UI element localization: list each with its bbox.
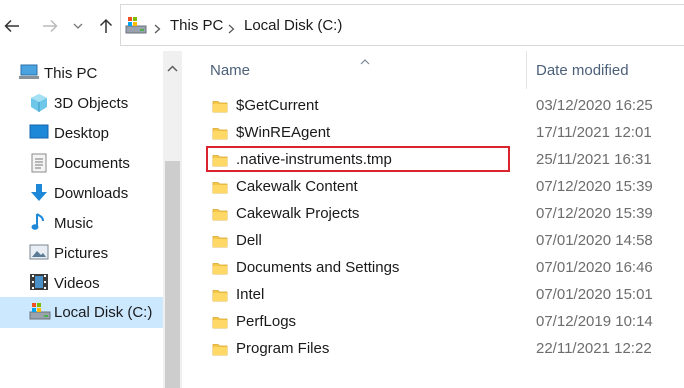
folder-icon (212, 234, 228, 253)
file-date-modified: 07/01/2020 16:46 (536, 259, 653, 276)
column-header-name-label: Name (210, 61, 251, 79)
sidebar-item-label: Local Disk (C:) (54, 304, 153, 321)
table-row[interactable]: Intel 07/01/2020 15:01 (182, 282, 684, 309)
file-date-modified: 07/12/2019 10:14 (536, 313, 653, 330)
sidebar-item-label: Downloads (54, 184, 129, 202)
table-row[interactable]: $WinREAgent 17/11/2021 12:01 (182, 120, 684, 147)
file-name: Intel (236, 286, 265, 303)
address-toolbar: This PC Local Disk (C:) (0, 0, 684, 51)
sidebar-item-label: Pictures (54, 244, 109, 262)
file-date-modified: 25/11/2021 16:31 (536, 151, 652, 168)
music-icon (31, 212, 47, 232)
sidebar-item-desktop[interactable]: Desktop (0, 118, 163, 148)
folder-icon (212, 261, 228, 280)
up-arrow-icon (99, 18, 113, 33)
file-date-modified: 22/11/2021 12:22 (536, 340, 652, 357)
file-date-modified: 03/12/2020 16:25 (536, 97, 653, 114)
forward-button[interactable] (40, 14, 60, 38)
table-row[interactable]: Program Files 22/11/2021 12:22 (182, 336, 684, 363)
file-name: PerfLogs (236, 313, 297, 330)
sidebar-item-videos[interactable]: Videos (0, 268, 163, 298)
local-disk-icon (125, 16, 147, 41)
desktop-icon (29, 124, 49, 140)
documents-icon (31, 153, 47, 173)
sidebar-item-label: This PC (44, 64, 98, 82)
sidebar-item-3d-objects[interactable]: 3D Objects (0, 88, 163, 118)
folder-icon (212, 315, 228, 334)
folder-icon (212, 153, 228, 172)
sidebar-item-label: Desktop (54, 124, 110, 142)
sidebar-item-label: Music (54, 214, 94, 232)
this-pc-icon (18, 63, 40, 81)
file-name: Cakewalk Projects (236, 205, 360, 222)
3d-objects-icon (29, 93, 49, 113)
chevron-down-icon (73, 23, 83, 29)
file-date-modified: 17/11/2021 12:01 (536, 124, 652, 141)
sidebar-item-label: Documents (54, 154, 130, 172)
file-date-modified: 07/12/2020 15:39 (536, 178, 653, 195)
downloads-icon (30, 183, 48, 203)
scrollbar-thumb[interactable] (165, 161, 180, 388)
up-button[interactable] (96, 14, 116, 38)
folder-icon (212, 99, 228, 118)
table-row[interactable]: Documents and Settings 07/01/2020 16:46 (182, 255, 684, 282)
file-name: $GetCurrent (236, 97, 319, 114)
folder-icon (212, 126, 228, 145)
table-row[interactable]: .native-instruments.tmp 25/11/2021 16:31 (182, 147, 684, 174)
sidebar-item-label: 3D Objects (54, 94, 129, 112)
file-name: Program Files (236, 340, 330, 357)
address-bar[interactable]: This PC Local Disk (C:) (120, 4, 684, 46)
navigation-pane: This PC 3D Objects Desktop Documents Dow… (0, 51, 182, 388)
table-row[interactable]: Cakewalk Projects 07/12/2020 15:39 (182, 201, 684, 228)
folder-icon (212, 288, 228, 307)
sidebar-item-this-pc[interactable]: This PC (0, 58, 163, 88)
breadcrumb-local-disk[interactable]: Local Disk (C:) (244, 17, 342, 34)
table-row[interactable]: Cakewalk Content 07/12/2020 15:39 (182, 174, 684, 201)
file-date-modified: 07/01/2020 15:01 (536, 286, 653, 303)
videos-icon (29, 273, 49, 291)
pictures-icon (29, 244, 49, 260)
back-arrow-icon (4, 19, 19, 33)
column-divider[interactable] (526, 51, 527, 89)
table-row[interactable]: $GetCurrent 03/12/2020 16:25 (182, 93, 684, 120)
file-list: Name Date modified $GetCurrent 03/12/2020… (182, 51, 684, 388)
table-row[interactable]: Dell 07/01/2020 14:58 (182, 228, 684, 255)
file-name: Dell (236, 232, 262, 249)
column-header-date-modified[interactable]: Date modified (536, 51, 684, 89)
sidebar-item-pictures[interactable]: Pictures (0, 238, 163, 268)
file-date-modified: 07/12/2020 15:39 (536, 205, 653, 222)
sidebar-item-documents[interactable]: Documents (0, 148, 163, 178)
table-row[interactable]: PerfLogs 07/12/2019 10:14 (182, 309, 684, 336)
file-name: .native-instruments.tmp (236, 151, 392, 168)
local-disk-icon (29, 302, 51, 322)
folder-icon (212, 342, 228, 361)
breadcrumb-separator-icon (228, 21, 235, 39)
file-date-modified: 07/01/2020 14:58 (536, 232, 653, 249)
recent-locations-button[interactable] (68, 14, 88, 38)
sidebar-item-label: Videos (54, 274, 100, 292)
sidebar-item-music[interactable]: Music (0, 208, 163, 238)
column-header-date-label: Date modified (536, 61, 629, 79)
scroll-up-icon[interactable] (167, 59, 178, 77)
folder-icon (212, 207, 228, 226)
forward-arrow-icon (43, 19, 58, 33)
file-name: $WinREAgent (236, 124, 331, 141)
sidebar-item-local-disk[interactable]: Local Disk (C:) (0, 297, 163, 328)
folder-icon (212, 180, 228, 199)
sidebar-item-downloads[interactable]: Downloads (0, 178, 163, 208)
back-button[interactable] (2, 14, 22, 38)
sidebar-scrollbar[interactable] (163, 51, 182, 388)
column-header-name[interactable]: Name (210, 51, 510, 89)
breadcrumb-separator-icon (154, 21, 161, 39)
file-name: Cakewalk Content (236, 178, 358, 195)
file-name: Documents and Settings (236, 259, 400, 276)
breadcrumb-this-pc[interactable]: This PC (170, 17, 223, 34)
